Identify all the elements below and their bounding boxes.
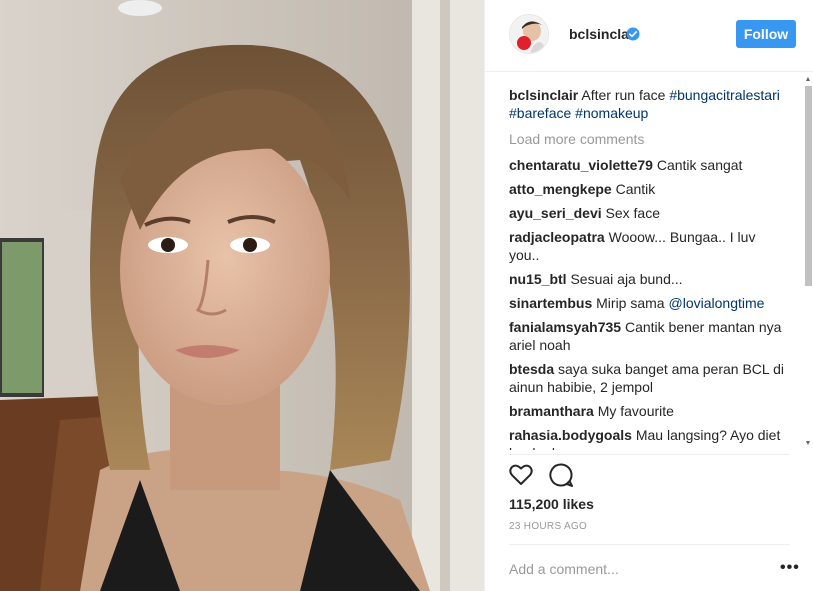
comment-item: atto_mengkepe Cantik xyxy=(509,180,787,198)
load-more-comments-link[interactable]: Load more comments xyxy=(509,130,787,148)
hashtag-link[interactable]: #bareface xyxy=(509,105,571,121)
comment-text: Cantik xyxy=(615,181,656,197)
comment-item: bramanthara My favourite xyxy=(509,402,787,420)
comments-scrollbar[interactable]: ▲ ▼ xyxy=(804,76,812,452)
comment-username[interactable]: rahasia.bodygoals xyxy=(509,427,632,443)
comment-text: Sesuai aja bund... xyxy=(570,271,683,287)
comment-username[interactable]: sinartembus xyxy=(509,295,592,311)
comment-username[interactable]: radjacleopatra xyxy=(509,229,605,245)
comments-list[interactable]: bclsinclair After run face #bungacitrale… xyxy=(509,86,787,450)
comment-username[interactable]: bramanthara xyxy=(509,403,594,419)
post-caption: bclsinclair After run face #bungacitrale… xyxy=(509,86,787,122)
comment-icon[interactable] xyxy=(548,462,574,488)
comment-username[interactable]: chentaratu_violette79 xyxy=(509,157,653,173)
scroll-up-arrow-icon[interactable]: ▲ xyxy=(804,76,812,84)
comment-text: Sex face xyxy=(605,205,660,221)
instagram-post-page: bclsinclair Follow bclsinclair After run… xyxy=(0,0,813,591)
follow-button[interactable]: Follow xyxy=(736,20,796,48)
selfie-photo-image xyxy=(0,0,484,591)
verified-badge-icon xyxy=(626,27,640,41)
comment-item: fanialamsyah735 Cantik bener mantan nya … xyxy=(509,318,787,354)
comment-text: My favourite xyxy=(597,403,674,419)
caption-username[interactable]: bclsinclair xyxy=(509,87,578,103)
comment-username[interactable]: nu15_btl xyxy=(509,271,567,287)
post-timestamp[interactable]: 23 HOURS AGO xyxy=(509,521,587,532)
post-photo[interactable] xyxy=(0,0,484,591)
comment-item: nu15_btl Sesuai aja bund... xyxy=(509,270,787,288)
scroll-down-arrow-icon[interactable]: ▼ xyxy=(804,440,812,448)
more-options-icon[interactable]: ••• xyxy=(780,560,800,576)
comment-username[interactable]: ayu_seri_devi xyxy=(509,205,602,221)
divider xyxy=(509,454,790,455)
post-actions xyxy=(508,462,608,490)
comment-text: Mirip sama xyxy=(596,295,669,311)
comment-item: btesda saya suka banget ama peran BCL di… xyxy=(509,360,787,396)
comment-text: Cantik sangat xyxy=(656,157,743,173)
comment-item: sinartembus Mirip sama @lovialongtime xyxy=(509,294,787,312)
heart-icon[interactable] xyxy=(508,462,534,488)
add-comment-input[interactable] xyxy=(509,558,749,580)
comment-username[interactable]: atto_mengkepe xyxy=(509,181,612,197)
avatar-image xyxy=(510,15,548,53)
scrollbar-thumb[interactable] xyxy=(805,86,812,286)
avatar[interactable] xyxy=(509,14,549,54)
mention-link[interactable]: @lovialongtime xyxy=(669,295,765,311)
comment-item: radjacleopatra Wooow... Bungaa.. I luv y… xyxy=(509,228,787,264)
comment-username[interactable]: fanialamsyah735 xyxy=(509,319,621,335)
caption-text: After run face xyxy=(581,87,666,103)
comment-username[interactable]: btesda xyxy=(509,361,554,377)
comment-item: ayu_seri_devi Sex face xyxy=(509,204,787,222)
divider xyxy=(509,544,790,545)
comment-item: rahasia.bodygoals Mau langsing? Ayo diet… xyxy=(509,426,787,450)
likes-count[interactable]: 115,200 likes xyxy=(509,496,594,512)
hashtag-link[interactable]: #bungacitralestari xyxy=(669,87,780,103)
hashtag-link[interactable]: #nomakeup xyxy=(575,105,648,121)
comment-item: chentaratu_violette79 Cantik sangat xyxy=(509,156,787,174)
post-header: bclsinclair Follow xyxy=(485,0,813,72)
post-details-panel: bclsinclair Follow bclsinclair After run… xyxy=(484,0,813,591)
